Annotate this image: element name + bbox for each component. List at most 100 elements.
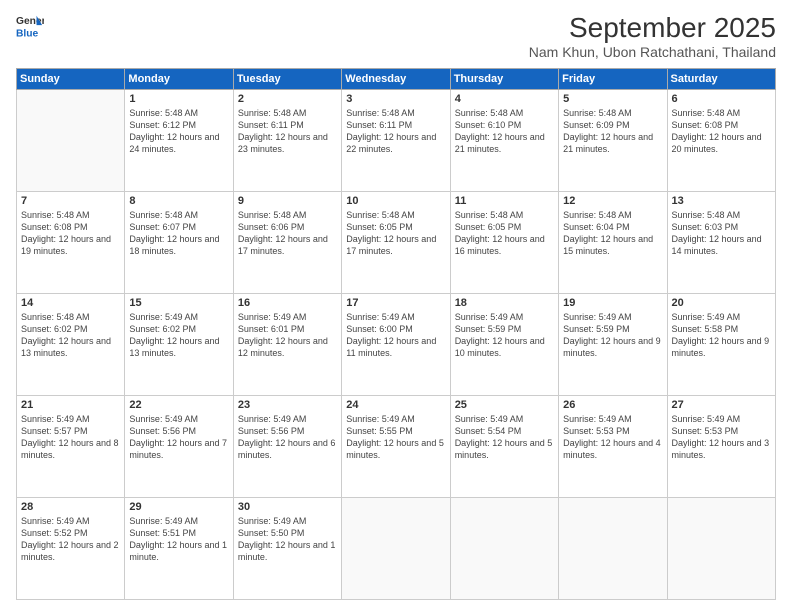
day-number: 24 (346, 399, 445, 411)
calendar-cell: 3 Sunrise: 5:48 AM Sunset: 6:11 PM Daylig… (342, 90, 450, 192)
day-number: 3 (346, 93, 445, 105)
day-info: Sunrise: 5:48 AM Sunset: 6:05 PM Dayligh… (346, 209, 445, 258)
page-header: General Blue September 2025 Nam Khun, Ub… (16, 12, 776, 60)
day-info: Sunrise: 5:48 AM Sunset: 6:09 PM Dayligh… (563, 107, 662, 156)
calendar-cell (559, 498, 667, 600)
day-info: Sunrise: 5:48 AM Sunset: 6:11 PM Dayligh… (238, 107, 337, 156)
day-info: Sunrise: 5:49 AM Sunset: 5:57 PM Dayligh… (21, 413, 120, 462)
day-info: Sunrise: 5:48 AM Sunset: 6:10 PM Dayligh… (455, 107, 554, 156)
col-tuesday: Tuesday (233, 69, 341, 90)
day-info: Sunrise: 5:49 AM Sunset: 5:50 PM Dayligh… (238, 515, 337, 564)
day-info: Sunrise: 5:49 AM Sunset: 5:53 PM Dayligh… (563, 413, 662, 462)
day-number: 7 (21, 195, 120, 207)
calendar-cell (342, 498, 450, 600)
day-info: Sunrise: 5:48 AM Sunset: 6:06 PM Dayligh… (238, 209, 337, 258)
calendar-cell: 24 Sunrise: 5:49 AM Sunset: 5:55 PM Dayli… (342, 396, 450, 498)
calendar-table: Sunday Monday Tuesday Wednesday Thursday… (16, 68, 776, 600)
calendar-cell: 5 Sunrise: 5:48 AM Sunset: 6:09 PM Daylig… (559, 90, 667, 192)
calendar-cell: 22 Sunrise: 5:49 AM Sunset: 5:56 PM Dayli… (125, 396, 233, 498)
day-info: Sunrise: 5:49 AM Sunset: 6:00 PM Dayligh… (346, 311, 445, 360)
day-number: 25 (455, 399, 554, 411)
day-number: 8 (129, 195, 228, 207)
day-number: 28 (21, 501, 120, 513)
day-number: 5 (563, 93, 662, 105)
day-number: 30 (238, 501, 337, 513)
col-wednesday: Wednesday (342, 69, 450, 90)
day-number: 23 (238, 399, 337, 411)
day-number: 16 (238, 297, 337, 309)
calendar-week-row: 21 Sunrise: 5:49 AM Sunset: 5:57 PM Dayli… (17, 396, 776, 498)
logo-icon: General Blue (16, 12, 44, 40)
calendar-cell: 16 Sunrise: 5:49 AM Sunset: 6:01 PM Dayli… (233, 294, 341, 396)
day-info: Sunrise: 5:49 AM Sunset: 6:01 PM Dayligh… (238, 311, 337, 360)
calendar-cell: 23 Sunrise: 5:49 AM Sunset: 5:56 PM Dayli… (233, 396, 341, 498)
col-sunday: Sunday (17, 69, 125, 90)
col-monday: Monday (125, 69, 233, 90)
calendar-cell: 9 Sunrise: 5:48 AM Sunset: 6:06 PM Daylig… (233, 192, 341, 294)
day-number: 9 (238, 195, 337, 207)
month-year: September 2025 (529, 12, 776, 44)
day-info: Sunrise: 5:48 AM Sunset: 6:03 PM Dayligh… (672, 209, 771, 258)
day-info: Sunrise: 5:49 AM Sunset: 5:59 PM Dayligh… (455, 311, 554, 360)
day-info: Sunrise: 5:49 AM Sunset: 5:56 PM Dayligh… (238, 413, 337, 462)
title-block: September 2025 Nam Khun, Ubon Ratchathan… (529, 12, 776, 60)
calendar-cell: 7 Sunrise: 5:48 AM Sunset: 6:08 PM Daylig… (17, 192, 125, 294)
day-number: 22 (129, 399, 228, 411)
calendar-cell: 2 Sunrise: 5:48 AM Sunset: 6:11 PM Daylig… (233, 90, 341, 192)
calendar-cell: 25 Sunrise: 5:49 AM Sunset: 5:54 PM Dayli… (450, 396, 558, 498)
day-number: 11 (455, 195, 554, 207)
col-thursday: Thursday (450, 69, 558, 90)
day-number: 13 (672, 195, 771, 207)
day-info: Sunrise: 5:49 AM Sunset: 6:02 PM Dayligh… (129, 311, 228, 360)
day-info: Sunrise: 5:48 AM Sunset: 6:05 PM Dayligh… (455, 209, 554, 258)
day-number: 10 (346, 195, 445, 207)
calendar-cell: 30 Sunrise: 5:49 AM Sunset: 5:50 PM Dayli… (233, 498, 341, 600)
col-saturday: Saturday (667, 69, 775, 90)
calendar-week-row: 28 Sunrise: 5:49 AM Sunset: 5:52 PM Dayli… (17, 498, 776, 600)
day-info: Sunrise: 5:49 AM Sunset: 5:58 PM Dayligh… (672, 311, 771, 360)
calendar-cell: 18 Sunrise: 5:49 AM Sunset: 5:59 PM Dayli… (450, 294, 558, 396)
day-info: Sunrise: 5:48 AM Sunset: 6:12 PM Dayligh… (129, 107, 228, 156)
day-number: 6 (672, 93, 771, 105)
calendar-cell: 21 Sunrise: 5:49 AM Sunset: 5:57 PM Dayli… (17, 396, 125, 498)
day-info: Sunrise: 5:49 AM Sunset: 5:56 PM Dayligh… (129, 413, 228, 462)
day-info: Sunrise: 5:49 AM Sunset: 5:52 PM Dayligh… (21, 515, 120, 564)
day-number: 2 (238, 93, 337, 105)
calendar-cell: 14 Sunrise: 5:48 AM Sunset: 6:02 PM Dayli… (17, 294, 125, 396)
calendar-cell: 11 Sunrise: 5:48 AM Sunset: 6:05 PM Dayli… (450, 192, 558, 294)
day-number: 14 (21, 297, 120, 309)
day-number: 20 (672, 297, 771, 309)
day-info: Sunrise: 5:49 AM Sunset: 5:55 PM Dayligh… (346, 413, 445, 462)
calendar-cell: 6Sunrise: 5:48 AM Sunset: 6:08 PM Daylig… (667, 90, 775, 192)
calendar-cell: 28 Sunrise: 5:49 AM Sunset: 5:52 PM Dayli… (17, 498, 125, 600)
calendar-week-row: 1Sunrise: 5:48 AM Sunset: 6:12 PM Daylig… (17, 90, 776, 192)
calendar-cell: 1Sunrise: 5:48 AM Sunset: 6:12 PM Daylig… (125, 90, 233, 192)
calendar-cell: 26 Sunrise: 5:49 AM Sunset: 5:53 PM Dayli… (559, 396, 667, 498)
calendar-cell: 13 Sunrise: 5:48 AM Sunset: 6:03 PM Dayli… (667, 192, 775, 294)
day-number: 27 (672, 399, 771, 411)
day-info: Sunrise: 5:48 AM Sunset: 6:08 PM Dayligh… (21, 209, 120, 258)
day-number: 4 (455, 93, 554, 105)
calendar-cell: 29Sunrise: 5:49 AM Sunset: 5:51 PM Dayli… (125, 498, 233, 600)
logo: General Blue (16, 12, 44, 40)
calendar-cell: 20 Sunrise: 5:49 AM Sunset: 5:58 PM Dayli… (667, 294, 775, 396)
day-info: Sunrise: 5:49 AM Sunset: 5:59 PM Dayligh… (563, 311, 662, 360)
day-info: Sunrise: 5:48 AM Sunset: 6:02 PM Dayligh… (21, 311, 120, 360)
day-info: Sunrise: 5:48 AM Sunset: 6:04 PM Dayligh… (563, 209, 662, 258)
day-number: 17 (346, 297, 445, 309)
location: Nam Khun, Ubon Ratchathani, Thailand (529, 44, 776, 60)
day-number: 12 (563, 195, 662, 207)
svg-text:Blue: Blue (16, 28, 39, 39)
calendar-cell (667, 498, 775, 600)
calendar-cell (450, 498, 558, 600)
day-number: 26 (563, 399, 662, 411)
calendar-cell: 27Sunrise: 5:49 AM Sunset: 5:53 PM Dayli… (667, 396, 775, 498)
day-info: Sunrise: 5:49 AM Sunset: 5:54 PM Dayligh… (455, 413, 554, 462)
day-number: 18 (455, 297, 554, 309)
calendar-week-row: 14 Sunrise: 5:48 AM Sunset: 6:02 PM Dayli… (17, 294, 776, 396)
calendar-cell (17, 90, 125, 192)
calendar-cell: 10 Sunrise: 5:48 AM Sunset: 6:05 PM Dayli… (342, 192, 450, 294)
day-number: 21 (21, 399, 120, 411)
day-info: Sunrise: 5:48 AM Sunset: 6:11 PM Dayligh… (346, 107, 445, 156)
day-info: Sunrise: 5:49 AM Sunset: 5:51 PM Dayligh… (129, 515, 228, 564)
